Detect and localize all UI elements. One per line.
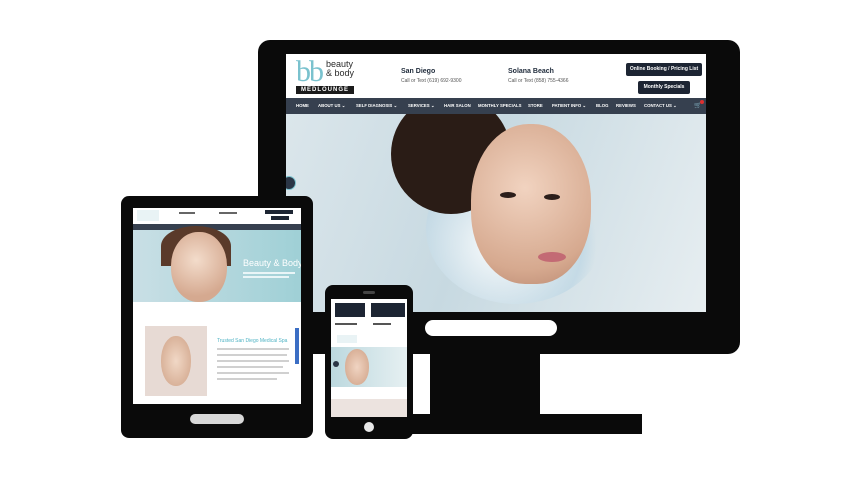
monthly-specials-button[interactable]: Monthly Specials <box>638 81 690 94</box>
location-name: San Diego <box>401 68 436 75</box>
tablet-booking-button[interactable] <box>265 210 293 214</box>
tablet-section-image <box>145 326 207 396</box>
tablet-home-button[interactable] <box>190 414 244 424</box>
phone-location <box>335 323 357 325</box>
cart-badge <box>700 100 704 104</box>
phone-section-image <box>331 399 407 417</box>
tablet-body-text <box>217 348 289 350</box>
tablet-body-text <box>217 366 283 368</box>
slider-prev-button[interactable] <box>286 176 296 190</box>
logo-text: beauty & body <box>326 60 354 78</box>
nav-about-us[interactable]: ABOUT US ⌄ <box>318 98 345 114</box>
tablet-screen: Beauty & Body Trusted San Diego Medical … <box>133 208 301 404</box>
phone-slider-prev[interactable] <box>333 361 339 367</box>
phone-specials-button[interactable] <box>335 303 365 317</box>
phone-home-button[interactable] <box>364 422 374 432</box>
location-name: Solana Beach <box>508 68 554 75</box>
online-booking-button[interactable]: Online Booking / Pricing List <box>626 63 702 76</box>
hero-image <box>286 114 706 312</box>
monitor-logo-bar <box>425 320 557 336</box>
tablet-hero-title: Beauty & Body <box>243 258 301 268</box>
hero-eye-right <box>544 194 560 200</box>
location-san-diego: San Diego Call or Text (619) 692-9300 <box>401 68 462 84</box>
location-phone[interactable]: Call or Text (619) 692-9300 <box>401 78 462 84</box>
nav-hair-salon[interactable]: HAIR SALON <box>444 98 471 114</box>
location-phone[interactable]: Call or Text (858) 755-4366 <box>508 78 569 84</box>
main-nav: HOME ABOUT US ⌄ SELF DIAGNOSIS ⌄ SERVICE… <box>286 98 706 114</box>
logo-mark: bb <box>296 55 324 88</box>
nav-store[interactable]: STORE <box>528 98 543 114</box>
tablet-body-text <box>217 372 289 374</box>
tablet-hero-face <box>171 232 227 302</box>
hero-lips <box>538 252 566 262</box>
nav-home[interactable]: HOME <box>296 98 309 114</box>
nav-patient-info[interactable]: PATIENT INFO ⌄ <box>552 98 586 114</box>
nav-blog[interactable]: BLOG <box>596 98 608 114</box>
desktop-screen: bb beauty & body MEDLOUNGE San Diego Cal… <box>286 54 706 312</box>
tablet-hero: Beauty & Body <box>133 226 301 302</box>
nav-self-diagnosis[interactable]: SELF DIAGNOSIS ⌄ <box>356 98 397 114</box>
tablet-logo <box>137 210 159 221</box>
tablet-body-text <box>217 360 289 362</box>
tablet-section-heading: Trusted San Diego Medical Spa <box>217 338 288 344</box>
tablet-body-text <box>217 378 277 380</box>
location-solana-beach: Solana Beach Call or Text (858) 755-4366 <box>508 68 569 84</box>
site-header: bb beauty & body MEDLOUNGE San Diego Cal… <box>286 54 706 98</box>
phone-logo <box>337 335 357 343</box>
logo-line-2: & body <box>326 68 355 78</box>
phone-hero <box>331 347 407 387</box>
phone-location <box>373 323 391 325</box>
nav-monthly-specials[interactable]: MONTHLY SPECIALS <box>478 98 521 114</box>
tablet-header <box>133 208 301 224</box>
phone-hero-face <box>345 349 369 385</box>
tablet-hero-text <box>243 276 289 278</box>
tablet-section-face <box>161 336 191 386</box>
phone-booking-button[interactable] <box>371 303 405 317</box>
phone-speaker <box>363 291 375 294</box>
phone-screen <box>331 299 407 417</box>
tablet-location <box>219 212 237 214</box>
nav-reviews[interactable]: REVIEWS <box>616 98 636 114</box>
tablet-specials-button[interactable] <box>271 216 289 220</box>
nav-services[interactable]: SERVICES ⌄ <box>408 98 434 114</box>
tablet-side-tab[interactable] <box>295 328 299 364</box>
tablet-body-text <box>217 354 287 356</box>
nav-contact-us[interactable]: CONTACT US ⌄ <box>644 98 677 114</box>
tablet-location <box>179 212 195 214</box>
logo-medlounge: MEDLOUNGE <box>296 86 354 94</box>
hero-face <box>471 124 591 284</box>
tablet-hero-text <box>243 272 295 274</box>
hero-eye-left <box>500 192 516 198</box>
monitor-stand <box>430 352 540 416</box>
